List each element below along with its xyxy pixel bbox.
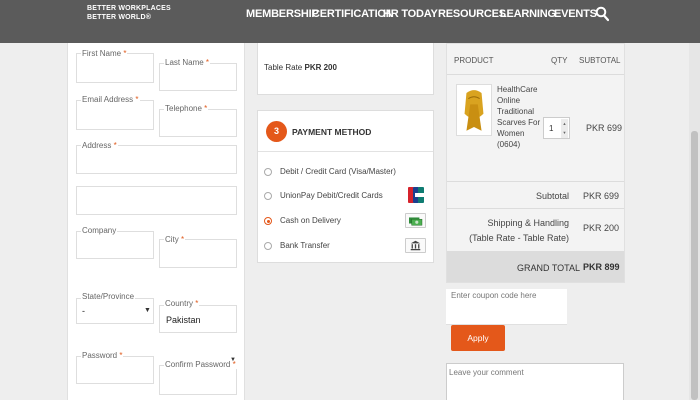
shipping-rate-text: Table Rate PKR 200	[264, 63, 337, 72]
column-header-subtotal: SUBTOTAL	[579, 56, 621, 65]
site-logo[interactable]: BETTER WORKPLACES BETTER WORLD®	[87, 4, 171, 22]
grand-total-label: GRAND TOTAL	[517, 263, 581, 273]
password-label: Password *	[81, 351, 124, 360]
nav-learning[interactable]: LEARNING	[500, 8, 556, 20]
cash-icon	[405, 213, 426, 228]
top-navigation-bar: BETTER WORKPLACES BETTER WORLD® MEMBERSH…	[0, 0, 700, 43]
grand-total-row: GRAND TOTAL PKR 899	[447, 251, 624, 282]
subtotal-label: Subtotal	[535, 191, 569, 201]
nav-hr-today[interactable]: HR TODAY	[383, 8, 438, 20]
logo-line-2: BETTER WORLD®	[87, 14, 152, 21]
apply-coupon-button[interactable]: Apply	[451, 325, 505, 351]
unionpay-icon	[408, 187, 424, 203]
order-summary: PRODUCT QTY SUBTOTAL HealthCare Online T…	[446, 43, 625, 283]
radio-button[interactable]	[264, 168, 272, 176]
product-name[interactable]: HealthCare Online Traditional Scarves Fo…	[497, 84, 541, 150]
grand-total-value: PKR 899	[583, 262, 620, 272]
radio-button[interactable]	[264, 242, 272, 250]
last-name-label: Last Name *	[164, 58, 211, 67]
bank-icon	[405, 238, 426, 253]
comment-textarea[interactable]: Leave your comment	[446, 363, 624, 400]
payment-option-cash-on-delivery[interactable]: Cash on Delivery	[264, 213, 430, 229]
subtotal-value: PKR 699	[583, 191, 620, 201]
last-name-field[interactable]	[159, 63, 237, 91]
telephone-field[interactable]	[159, 109, 237, 137]
radio-button-selected[interactable]	[264, 217, 272, 225]
radio-button[interactable]	[264, 192, 272, 200]
payment-method-title: PAYMENT METHOD	[292, 127, 372, 137]
nav-certification[interactable]: CERTIFICATION	[312, 8, 394, 20]
telephone-label: Telephone *	[164, 104, 209, 113]
quantity-stepper[interactable]: 1 ▲ ▼	[543, 117, 570, 139]
payment-option-bank-transfer[interactable]: Bank Transfer	[264, 238, 430, 254]
scrollbar-thumb[interactable]	[691, 131, 698, 400]
coupon-placeholder: Enter coupon code here	[451, 291, 537, 300]
state-select[interactable]	[76, 298, 154, 324]
shipping-handling-label: Shipping & Handling (Table Rate - Table …	[469, 218, 569, 243]
password-field[interactable]	[76, 356, 154, 384]
payment-option-label: Cash on Delivery	[280, 216, 341, 225]
coupon-input[interactable]: Enter coupon code here	[446, 289, 567, 325]
column-header-qty: QTY	[551, 56, 568, 65]
billing-address-form: First Name * Last Name * Email Address *…	[67, 43, 245, 400]
search-icon[interactable]	[595, 6, 609, 22]
shipping-handling-value: PKR 200	[583, 223, 620, 233]
product-subtotal: PKR 699	[586, 123, 623, 133]
confirm-password-field[interactable]	[159, 365, 237, 395]
spinner-arrows-icon[interactable]: ▲ ▼	[561, 119, 568, 138]
logo-line-1: BETTER WORKPLACES	[87, 5, 171, 12]
address-label: Address *	[81, 141, 118, 150]
comment-placeholder: Leave your comment	[449, 368, 524, 377]
shipping-method-box: Table Rate PKR 200	[257, 43, 434, 95]
divider	[447, 74, 624, 75]
payment-option-label: UnionPay Debit/Credit Cards	[280, 191, 383, 200]
quantity-value: 1	[549, 124, 554, 133]
email-field[interactable]	[76, 100, 154, 130]
payment-option-label: Debit / Credit Card (Visa/Master)	[280, 167, 396, 176]
payment-option-label: Bank Transfer	[280, 241, 330, 250]
divider	[447, 208, 624, 209]
company-field[interactable]	[76, 231, 154, 259]
state-label: State/Province	[81, 292, 136, 301]
email-label: Email Address *	[81, 95, 140, 104]
state-value: -	[82, 306, 85, 316]
product-image[interactable]	[456, 84, 492, 136]
payment-method-header: 3 PAYMENT METHOD	[258, 111, 433, 152]
step-number-badge: 3	[266, 121, 287, 142]
company-label: Company	[81, 226, 118, 235]
divider	[447, 181, 624, 182]
address-field-2[interactable]	[76, 186, 237, 215]
nav-resources[interactable]: RESOURCES	[438, 8, 506, 20]
city-label: City *	[164, 235, 186, 244]
first-name-label: First Name *	[81, 49, 128, 58]
country-value: Pakistan	[166, 315, 201, 325]
payment-option-unionpay[interactable]: UnionPay Debit/Credit Cards	[264, 187, 430, 204]
page-scrollbar[interactable]	[689, 43, 700, 400]
payment-option-card[interactable]: Debit / Credit Card (Visa/Master)	[264, 164, 430, 180]
column-header-product: PRODUCT	[454, 56, 494, 65]
country-label: Country *	[164, 299, 200, 308]
chevron-down-icon: ▼	[144, 307, 151, 314]
nav-membership[interactable]: MEMBERSHIP	[246, 8, 319, 20]
confirm-password-label: Confirm Password *	[164, 360, 237, 369]
nav-events[interactable]: EVENTS	[554, 8, 597, 20]
payment-method-box: 3 PAYMENT METHOD Debit / Credit Card (Vi…	[257, 110, 434, 263]
chevron-down-icon: ▼	[230, 357, 236, 363]
